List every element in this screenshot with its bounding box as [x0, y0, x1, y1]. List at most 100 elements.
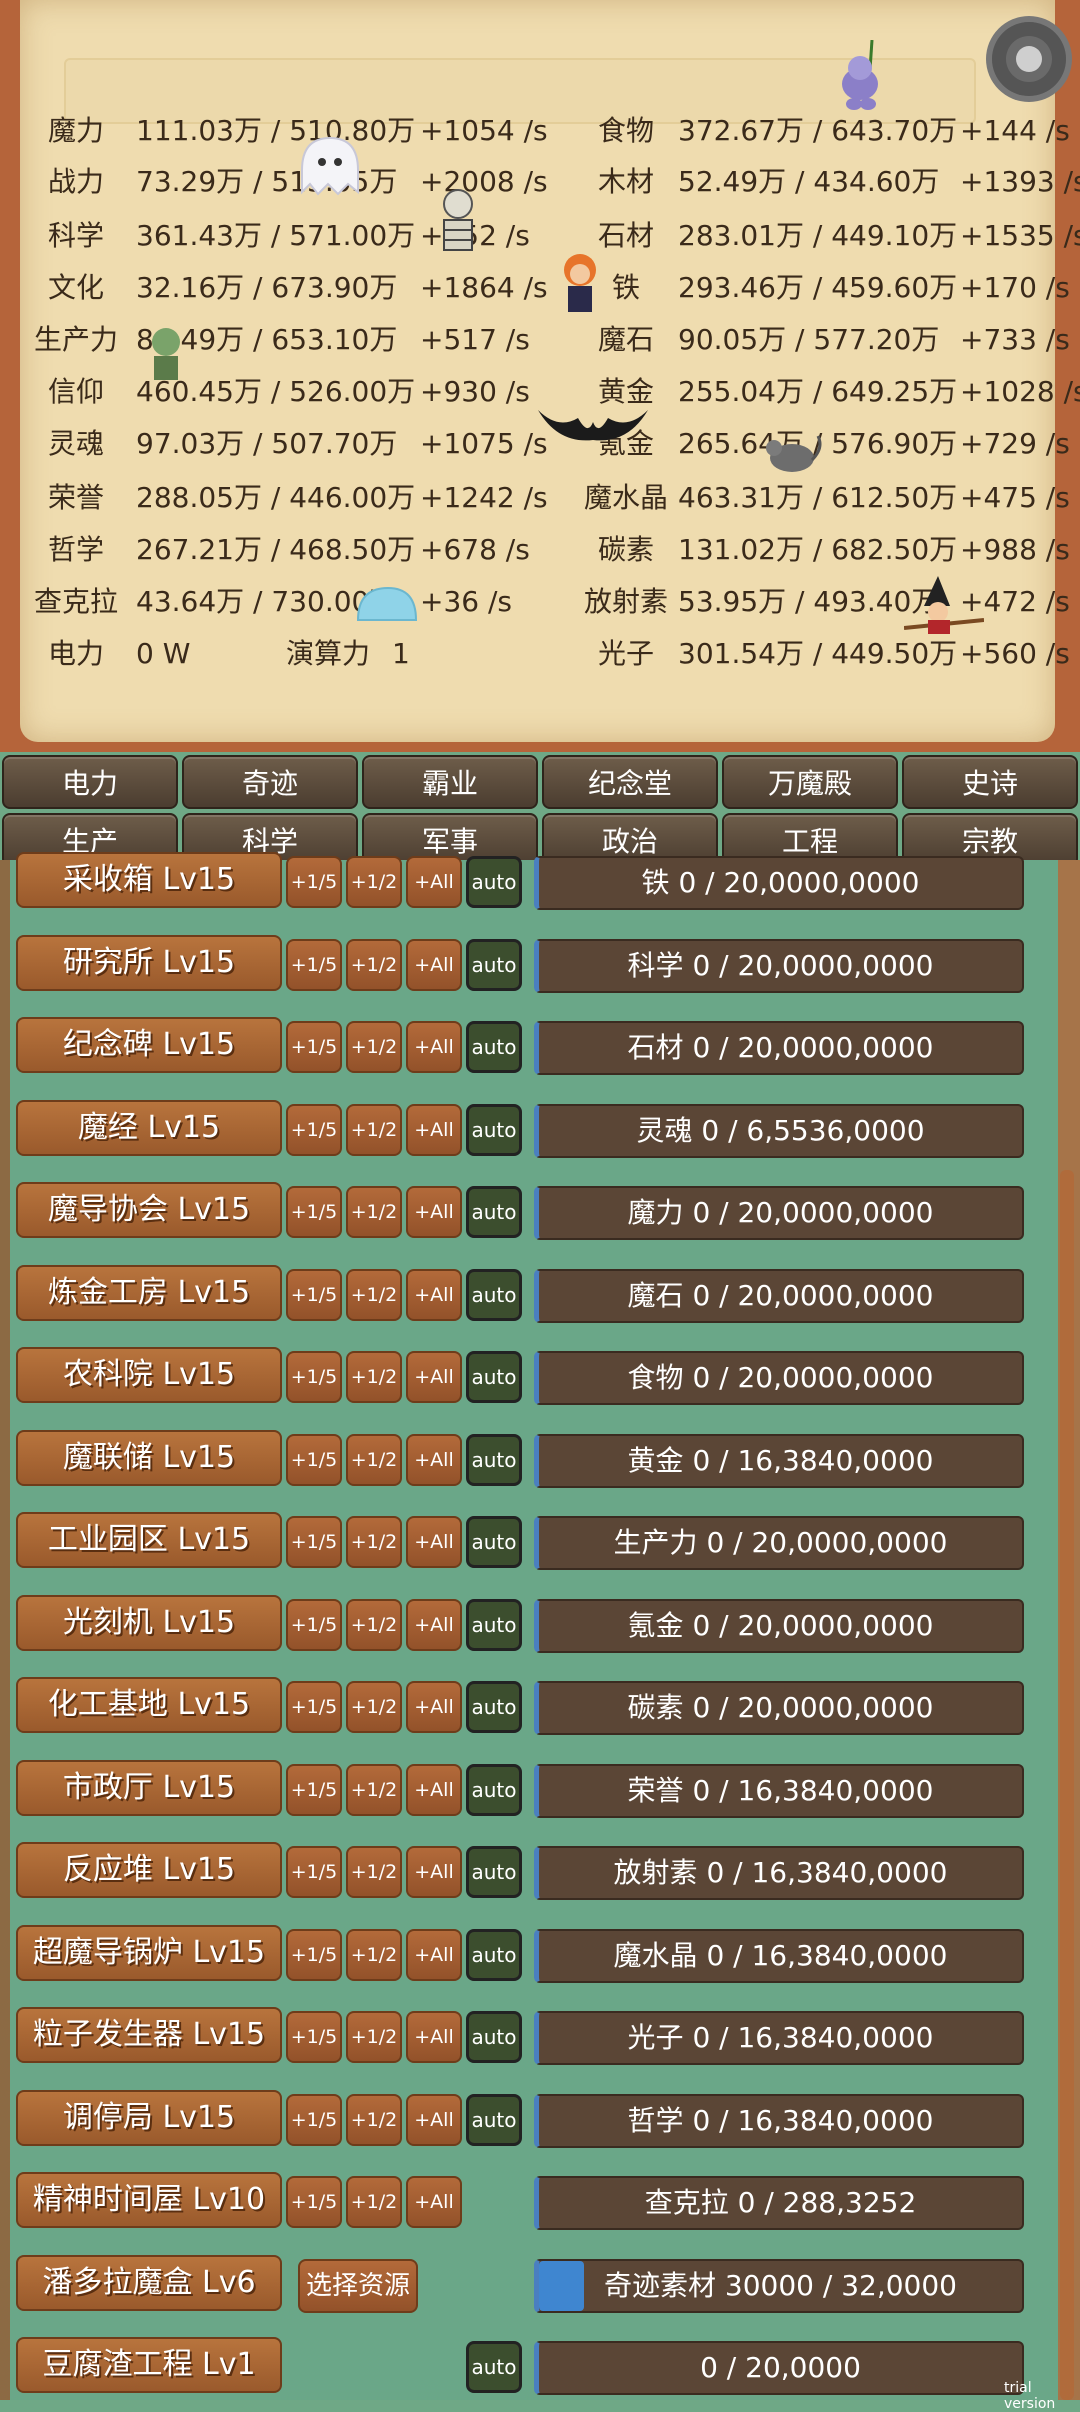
upgrade-fifth-button[interactable]: +1/5: [286, 2011, 342, 2063]
upgrade-half-button[interactable]: +1/2: [346, 1186, 402, 1238]
building-name: 精神时间屋 Lv10: [16, 2172, 282, 2228]
auto-button[interactable]: auto: [466, 1599, 522, 1651]
auto-button[interactable]: auto: [466, 1681, 522, 1733]
auto-button[interactable]: auto: [466, 856, 522, 908]
tab-6[interactable]: 史诗: [902, 755, 1078, 809]
upgrade-half-button[interactable]: +1/2: [346, 1104, 402, 1156]
rat-sprite-icon: [766, 435, 822, 472]
upgrade-all-button[interactable]: +All: [406, 1104, 462, 1156]
upgrade-all-button[interactable]: +All: [406, 1846, 462, 1898]
upgrade-all-button[interactable]: +All: [406, 2094, 462, 2146]
resource-rate: +1054 /s: [420, 114, 548, 147]
progress-bar: 魔石 0 / 20,0000,0000: [534, 1269, 1024, 1323]
upgrade-fifth-button[interactable]: +1/5: [286, 1516, 342, 1568]
upgrade-all-button[interactable]: +All: [406, 856, 462, 908]
building-row: 超魔导锅炉 Lv15 +1/5 +1/2 +All auto 魔水晶 0 / 16,384…: [0, 1919, 1080, 1985]
upgrade-all-button[interactable]: +All: [406, 939, 462, 991]
resource-name: 木材: [597, 165, 654, 198]
tab-5[interactable]: 万魔殿: [722, 755, 898, 809]
auto-button[interactable]: auto: [466, 1929, 522, 1981]
upgrade-half-button[interactable]: +1/2: [346, 2011, 402, 2063]
upgrade-half-button[interactable]: +1/2: [346, 2094, 402, 2146]
auto-button[interactable]: auto: [466, 1846, 522, 1898]
progress-bar: 哲学 0 / 16,3840,0000: [534, 2094, 1024, 2148]
upgrade-fifth-button[interactable]: +1/5: [286, 1434, 342, 1486]
auto-button[interactable]: auto: [466, 2094, 522, 2146]
auto-button[interactable]: auto: [466, 2011, 522, 2063]
auto-button[interactable]: auto: [466, 1104, 522, 1156]
upgrade-half-button[interactable]: +1/2: [346, 1269, 402, 1321]
auto-button[interactable]: auto: [466, 1434, 522, 1486]
resource-value: 97.03万 / 507.70万: [136, 427, 398, 460]
tab-2[interactable]: 奇迹: [182, 755, 358, 809]
auto-button[interactable]: auto: [466, 1021, 522, 1073]
fire-hero-sprite-icon: [564, 254, 596, 312]
compute-value: 1: [392, 637, 410, 670]
upgrade-fifth-button[interactable]: +1/5: [286, 856, 342, 908]
upgrade-half-button[interactable]: +1/2: [346, 939, 402, 991]
progress-bar: 魔水晶 0 / 16,3840,0000: [534, 1929, 1024, 1983]
upgrade-fifth-button[interactable]: +1/5: [286, 1681, 342, 1733]
upgrade-fifth-button[interactable]: +1/5: [286, 1599, 342, 1651]
upgrade-fifth-button[interactable]: +1/5: [286, 2176, 342, 2228]
tab-1[interactable]: 电力: [2, 755, 178, 809]
upgrade-all-button[interactable]: +All: [406, 1021, 462, 1073]
upgrade-half-button[interactable]: +1/2: [346, 1764, 402, 1816]
upgrade-all-button[interactable]: +All: [406, 2176, 462, 2228]
upgrade-fifth-button[interactable]: +1/5: [286, 2094, 342, 2146]
progress-bar: 荣誉 0 / 16,3840,0000: [534, 1764, 1024, 1818]
select-resource-button[interactable]: 选择资源: [298, 2259, 418, 2313]
building-row: 农科院 Lv15 +1/5 +1/2 +All auto 食物 0 / 20,0000,0…: [0, 1341, 1080, 1407]
upgrade-half-button[interactable]: +1/2: [346, 1434, 402, 1486]
auto-button[interactable]: auto: [466, 939, 522, 991]
upgrade-all-button[interactable]: +All: [406, 1599, 462, 1651]
upgrade-half-button[interactable]: +1/2: [346, 1681, 402, 1733]
resource-value: 463.31万 / 612.50万: [678, 481, 958, 514]
auto-button[interactable]: auto: [466, 1186, 522, 1238]
auto-button[interactable]: auto: [466, 1351, 522, 1403]
progress-text: 奇迹素材 30000 / 32,0000: [604, 2269, 957, 2302]
progress-bar: 生产力 0 / 20,0000,0000: [534, 1516, 1024, 1570]
resource-name: 查克拉: [33, 585, 118, 618]
upgrade-fifth-button[interactable]: +1/5: [286, 1929, 342, 1981]
upgrade-all-button[interactable]: +All: [406, 1351, 462, 1403]
upgrade-half-button[interactable]: +1/2: [346, 1516, 402, 1568]
auto-button[interactable]: auto: [466, 1764, 522, 1816]
upgrade-all-button[interactable]: +All: [406, 2011, 462, 2063]
upgrade-fifth-button[interactable]: +1/5: [286, 1186, 342, 1238]
upgrade-half-button[interactable]: +1/2: [346, 2176, 402, 2228]
upgrade-half-button[interactable]: +1/2: [346, 856, 402, 908]
goblin-sprite-icon: [152, 328, 180, 380]
tab-3[interactable]: 霸业: [362, 755, 538, 809]
upgrade-all-button[interactable]: +All: [406, 1186, 462, 1238]
building-row: 炼金工房 Lv15 +1/5 +1/2 +All auto 魔石 0 / 20,0000,…: [0, 1259, 1080, 1325]
upgrade-all-button[interactable]: +All: [406, 1434, 462, 1486]
auto-button[interactable]: auto: [466, 1269, 522, 1321]
upgrade-half-button[interactable]: +1/2: [346, 1021, 402, 1073]
upgrade-fifth-button[interactable]: +1/5: [286, 1846, 342, 1898]
upgrade-fifth-button[interactable]: +1/5: [286, 1104, 342, 1156]
tab-4[interactable]: 纪念堂: [542, 755, 718, 809]
upgrade-fifth-button[interactable]: +1/5: [286, 1021, 342, 1073]
upgrade-half-button[interactable]: +1/2: [346, 1351, 402, 1403]
upgrade-half-button[interactable]: +1/2: [346, 1929, 402, 1981]
upgrade-fifth-button[interactable]: +1/5: [286, 1269, 342, 1321]
progress-text: 魔力 0 / 20,0000,0000: [627, 1196, 934, 1229]
building-row: 采收箱 Lv15 +1/5 +1/2 +All auto 铁 0 / 20,0000,00…: [0, 846, 1080, 912]
upgrade-fifth-button[interactable]: +1/5: [286, 1351, 342, 1403]
upgrade-fifth-button[interactable]: +1/5: [286, 1764, 342, 1816]
upgrade-half-button[interactable]: +1/2: [346, 1846, 402, 1898]
upgrade-all-button[interactable]: +All: [406, 1269, 462, 1321]
upgrade-fifth-button[interactable]: +1/5: [286, 939, 342, 991]
upgrade-all-button[interactable]: +All: [406, 1516, 462, 1568]
upgrade-half-button[interactable]: +1/2: [346, 1599, 402, 1651]
upgrade-all-button[interactable]: +All: [406, 1681, 462, 1733]
upgrade-all-button[interactable]: +All: [406, 1764, 462, 1816]
witch-sprite-icon: [904, 576, 984, 634]
auto-button[interactable]: auto: [466, 2341, 522, 2393]
gear-icon[interactable]: [992, 22, 1066, 96]
upgrade-all-button[interactable]: +All: [406, 1929, 462, 1981]
building-name: 豆腐渣工程 Lv1: [16, 2337, 282, 2393]
auto-button[interactable]: auto: [466, 1516, 522, 1568]
progress-bar: 氪金 0 / 20,0000,0000: [534, 1599, 1024, 1653]
